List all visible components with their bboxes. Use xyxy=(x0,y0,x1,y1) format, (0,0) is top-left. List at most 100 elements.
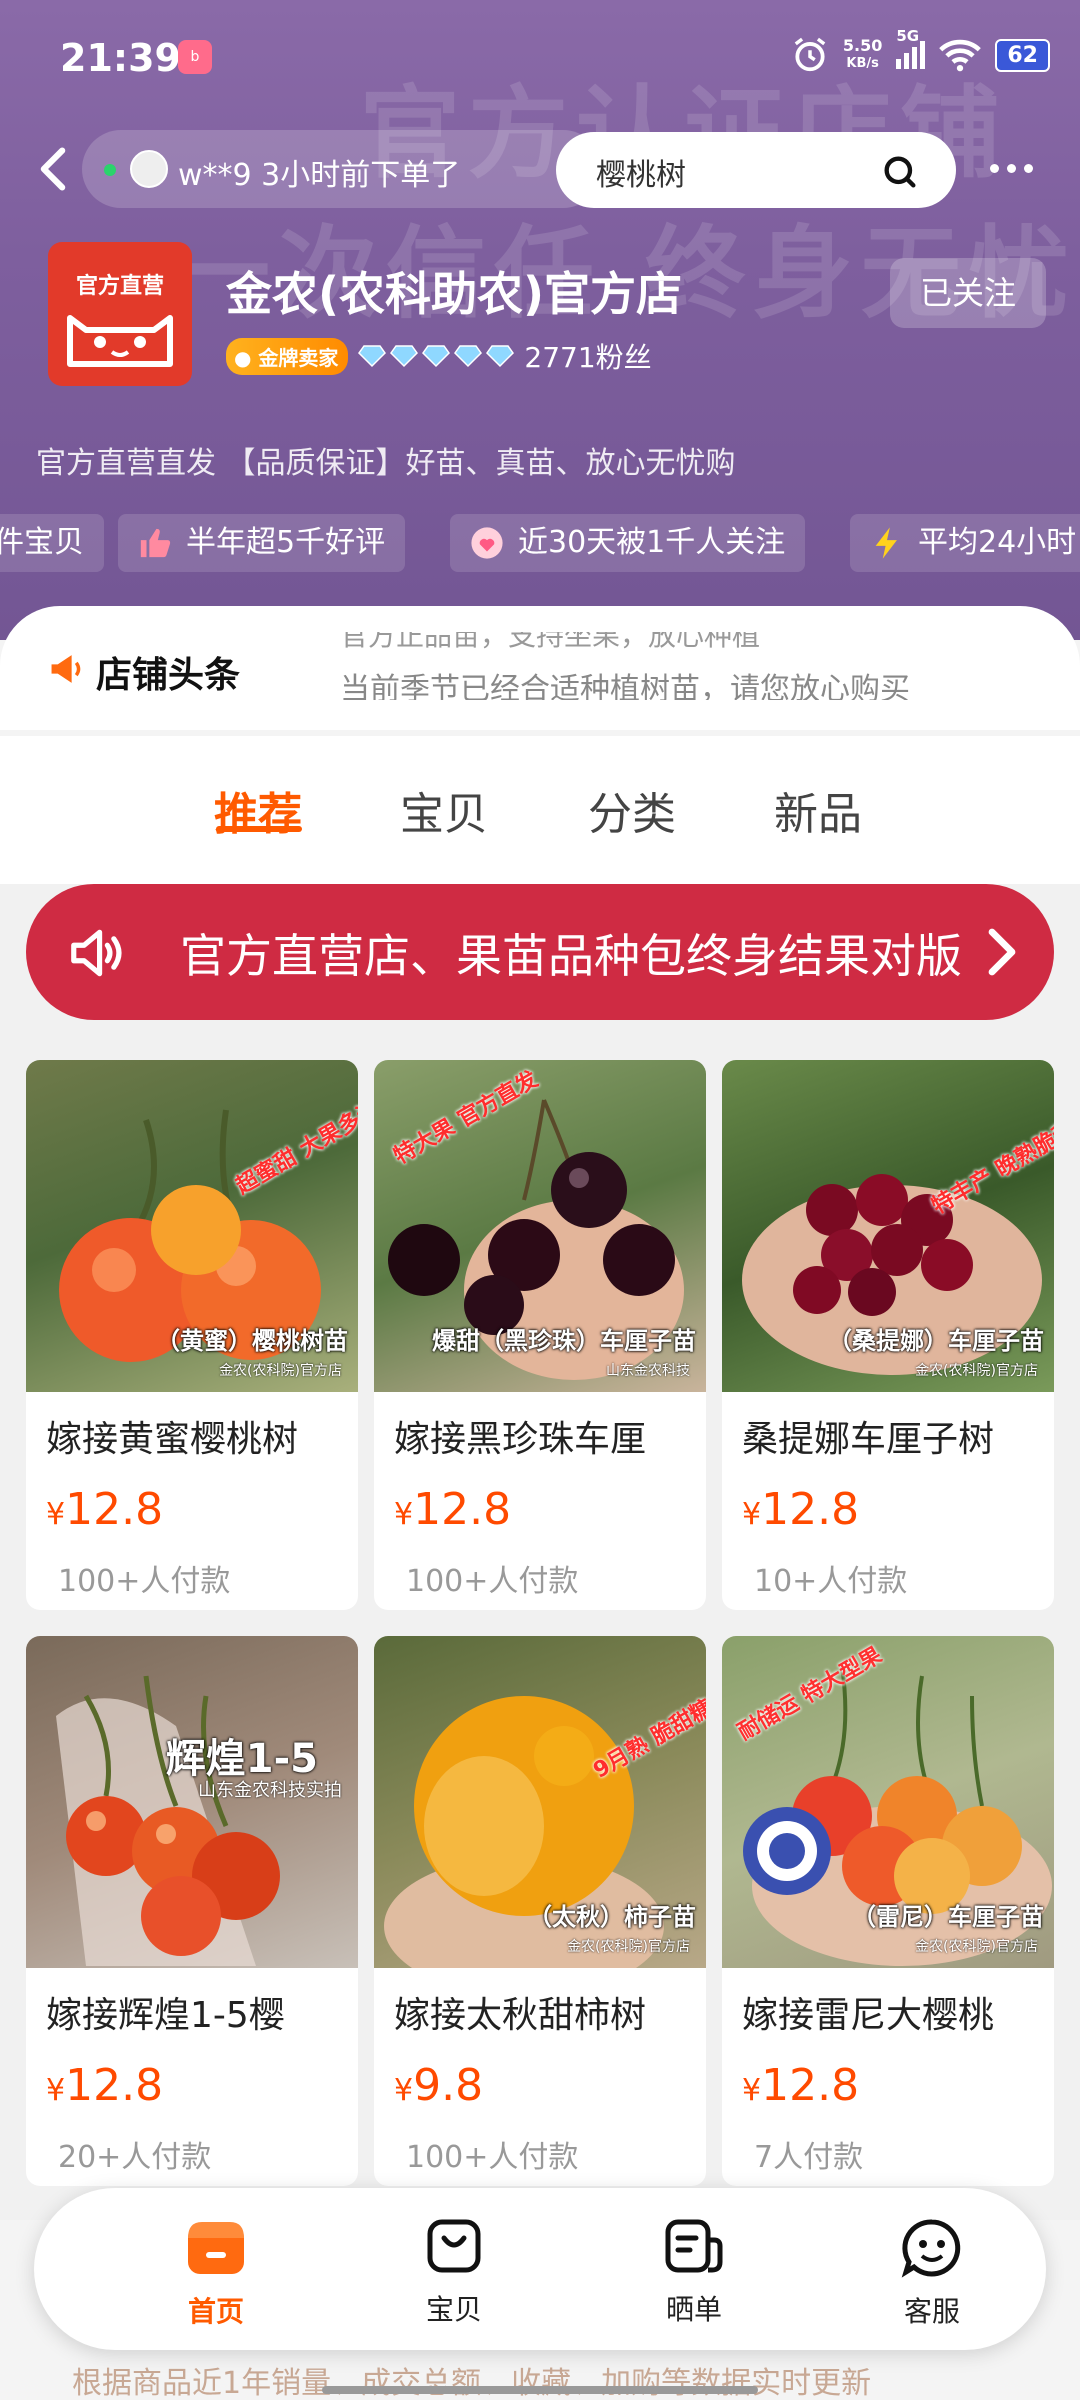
shop-name: 金农(农科助农)官方店 xyxy=(226,267,683,321)
shop-tag[interactable]: 件宝贝 xyxy=(0,514,104,572)
headline-title: 店铺头条 xyxy=(96,655,241,696)
review-icon xyxy=(665,2219,723,2273)
megaphone-icon xyxy=(51,655,81,683)
alarm-icon xyxy=(794,37,826,72)
back-arrow-icon[interactable] xyxy=(36,146,70,192)
nav-reviews[interactable]: 晒单 xyxy=(634,2216,754,2328)
shop-tag[interactable]: 平均24小时 xyxy=(850,514,1080,572)
buyer-text: w**9 3小时前下单了 xyxy=(178,158,461,193)
diamond-icon xyxy=(390,345,419,368)
search-input[interactable]: 樱桃树 xyxy=(556,132,956,208)
gesture-bar[interactable] xyxy=(322,2386,758,2394)
product-name: 桑提娜车厘子树 xyxy=(742,1419,995,1460)
diamond-icon xyxy=(486,345,515,368)
product-name: 嫁接黄蜜樱桃树 xyxy=(46,1419,299,1460)
product-price: ¥12.8 xyxy=(394,1484,512,1535)
product-grid: 超蜜甜 大果多汁 （黄蜜）樱桃树苗 金农(农科院)官方店 嫁接黄蜜樱桃树 ¥12… xyxy=(0,1020,1080,2220)
diamond-icon xyxy=(422,345,451,368)
product-name: 嫁接辉煌1-5樱 xyxy=(46,1995,285,2036)
search-value: 樱桃树 xyxy=(596,158,686,193)
lightning-icon xyxy=(875,527,897,559)
search-button[interactable] xyxy=(850,140,950,200)
tab-new[interactable]: 新品 xyxy=(774,778,862,842)
product-card[interactable]: 特丰产 晚熟脆甜 （桑提娜）车厘子苗 金农(农科院)官方店 桑提娜车厘子树 ¥1… xyxy=(722,1060,1054,1610)
gold-seller-badge: ● 金牌卖家 xyxy=(226,337,349,375)
top-bar: w**9 3小时前下单了 樱桃树 xyxy=(0,124,1080,214)
shop-meta: ● 金牌卖家 2771粉丝 xyxy=(226,336,652,376)
product-price: ¥9.8 xyxy=(394,2060,484,2111)
net-speed: 5.50 KB/s xyxy=(842,36,883,72)
product-image: 9月熟 脆甜糖心 （太秋）柿子苗 金农(农科院)官方店 xyxy=(374,1636,706,1968)
headline-ticker: 官方正品苗，支持坐果，放心种植 当前季节已经合适种植树苗，请您放心购买 xyxy=(340,632,1020,700)
shop-header: 官方认证店铺 一次信任 终身无忧 21:39 b 5.50KB/s 5G 62 … xyxy=(0,0,1080,640)
product-sold: 100+人付款 xyxy=(406,1564,579,1599)
product-sold: 100+人付款 xyxy=(58,1564,231,1599)
buyer-avatar xyxy=(130,150,168,188)
recent-buyer-ticker: w**9 3小时前下单了 xyxy=(82,130,602,208)
nav-home[interactable]: 首页 xyxy=(156,2216,276,2330)
product-image: 耐储运 特大型果 （雷尼）车厘子苗 金农(农科院)官方店 xyxy=(722,1636,1054,1968)
product-image: 超蜜甜 大果多汁 （黄蜜）樱桃树苗 金农(农科院)官方店 xyxy=(26,1060,358,1392)
product-price: ¥12.8 xyxy=(742,2060,860,2111)
product-price: ¥12.8 xyxy=(46,1484,164,1535)
banner-section: 官方直营店、果苗品种包终身结果对版 xyxy=(0,884,1080,1020)
product-sold: 20+人付款 xyxy=(58,2140,212,2175)
active-tab-indicator xyxy=(216,826,302,832)
fans-count: 2771粉丝 xyxy=(524,341,652,374)
tmall-cat-icon xyxy=(67,315,173,367)
chevron-right-icon xyxy=(988,928,1016,976)
bottom-nav: 首页 宝贝 晒单 客服 xyxy=(34,2188,1046,2350)
diamond-icon xyxy=(358,345,387,368)
more-icon[interactable] xyxy=(990,164,1033,173)
live-dot-icon xyxy=(104,164,116,176)
product-card[interactable]: 超蜜甜 大果多汁 （黄蜜）樱桃树苗 金农(农科院)官方店 嫁接黄蜜樱桃树 ¥12… xyxy=(26,1060,358,1610)
wifi-icon xyxy=(939,39,982,72)
product-image: 特丰产 晚熟脆甜 （桑提娜）车厘子苗 金农(农科院)官方店 xyxy=(722,1060,1054,1392)
bag-icon xyxy=(427,2219,481,2273)
search-icon xyxy=(884,156,916,188)
heart-icon xyxy=(471,527,503,559)
diamond-icon xyxy=(454,345,483,368)
follow-button[interactable]: 已关注 xyxy=(890,258,1046,328)
product-card[interactable]: 特大果 官方直发 爆甜（黑珍珠）车厘子苗 山东金农科技 嫁接黑珍珠车厘 ¥12.… xyxy=(374,1060,706,1610)
product-name: 嫁接太秋甜柿树 xyxy=(394,1995,647,2036)
promo-banner[interactable]: 官方直营店、果苗品种包终身结果对版 xyxy=(26,884,1054,1020)
shop-headline[interactable]: 店铺头条 官方正品苗，支持坐果，放心种植 当前季节已经合适种植树苗，请您放心购买 xyxy=(0,606,1080,730)
product-card[interactable]: 辉煌1-5 山东金农科技实拍 嫁接辉煌1-5樱 ¥12.8 20+人付款 xyxy=(26,1636,358,2186)
product-card[interactable]: 耐储运 特大型果 （雷尼）车厘子苗 金农(农科院)官方店 嫁接雷尼大樱桃 ¥12… xyxy=(722,1636,1054,2186)
product-image: 辉煌1-5 山东金农科技实拍 xyxy=(26,1636,358,1968)
shop-tag[interactable]: 近30天被1千人关注 xyxy=(450,514,806,572)
service-icon xyxy=(901,2219,961,2278)
status-time: 21:39 xyxy=(60,36,181,80)
bilibili-icon: b xyxy=(178,40,212,74)
signal-icon: 5G xyxy=(896,27,926,69)
shop-tabs: 推荐 宝贝 分类 新品 xyxy=(0,736,1080,884)
shop-description: 官方直营直发 【品质保证】好苗、真苗、放心无忧购 xyxy=(36,446,736,481)
product-card[interactable]: 9月熟 脆甜糖心 （太秋）柿子苗 金农(农科院)官方店 嫁接太秋甜柿树 ¥9.8… xyxy=(374,1636,706,2186)
status-icons: 5.50 KB/s 5G 62 xyxy=(791,27,1050,74)
tab-category[interactable]: 分类 xyxy=(588,778,676,842)
thumb-up-icon xyxy=(140,528,171,558)
product-sold: 7人付款 xyxy=(754,2140,864,2175)
product-price: ¥12.8 xyxy=(46,2060,164,2111)
diamond-rating xyxy=(358,344,515,368)
tab-recommend[interactable]: 推荐 xyxy=(214,778,302,842)
product-price: ¥12.8 xyxy=(742,1484,860,1535)
shop-home-icon xyxy=(188,2222,244,2274)
shop-tags: 件宝贝 半年超5千好评 近30天被1千人关注 平均24小时 xyxy=(0,514,1080,572)
shop-info: 官方直营 金农(农科助农)官方店 ● 金牌卖家 2771粉丝 已关注 xyxy=(0,236,1080,386)
product-name: 嫁接黑珍珠车厘 xyxy=(394,1419,647,1460)
speaker-icon xyxy=(71,929,122,977)
battery-indicator: 62 xyxy=(995,38,1050,72)
shop-tag[interactable]: 半年超5千好评 xyxy=(118,514,406,572)
product-sold: 100+人付款 xyxy=(406,2140,579,2175)
shop-logo[interactable]: 官方直营 xyxy=(48,242,192,386)
nav-items[interactable]: 宝贝 xyxy=(394,2216,514,2328)
headline-line: 当前季节已经合适种植树苗，请您放心购买 xyxy=(340,672,910,700)
headline-line: 官方正品苗，支持坐果，放心种植 xyxy=(340,632,761,652)
product-sold: 10+人付款 xyxy=(754,1564,908,1599)
tab-items[interactable]: 宝贝 xyxy=(400,778,488,842)
product-name: 嫁接雷尼大樱桃 xyxy=(742,1995,995,2036)
status-bar: 21:39 b 5.50 KB/s 5G 62 xyxy=(0,0,1080,110)
nav-service[interactable]: 客服 xyxy=(872,2216,992,2330)
